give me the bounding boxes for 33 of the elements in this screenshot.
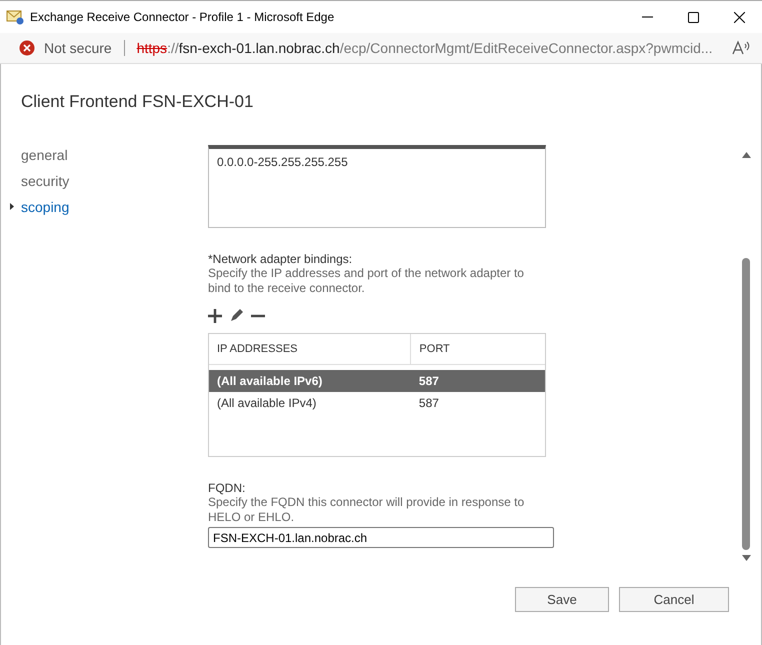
ip-range-list[interactable]: 0.0.0.0-255.255.255.255 [208,145,546,228]
dialog-heading: Client Frontend FSN-EXCH-01 [21,92,254,112]
maximize-icon[interactable] [688,12,698,22]
bindings-label: *Network adapter bindings: [208,252,354,266]
read-aloud-icon[interactable] [732,40,750,56]
table-cell: 587 [410,370,545,392]
nav-item[interactable]: general [21,146,68,162]
save-button[interactable]: Save [515,587,609,612]
edit-icon[interactable] [229,308,244,323]
scroll-up-icon[interactable] [742,152,750,158]
warning-icon [19,40,35,56]
scrollbar-thumb[interactable] [742,258,750,550]
security-label[interactable]: Not secure [44,40,112,56]
nav-item[interactable]: scoping [21,198,70,214]
column-header[interactable]: PORT [410,334,545,364]
table-cell-text: 587 [418,395,440,412]
column-header[interactable]: IP ADDRESSES [209,334,411,364]
url-text[interactable]: https://fsn-exch-01.lan.nobrac.ch/ecp/ConnectorMgmt/EditReceiveConnector.aspx?pwmcid... [136,40,732,56]
table-cell: (All available IPv6) [209,370,411,392]
fqdn-description: Specify the FQDN this connector will provide in response to HELO or EHLO. [208,495,526,525]
add-icon[interactable] [208,308,222,322]
table-cell-text: (All available IPv4) [216,395,318,412]
minimize-icon[interactable] [642,16,652,18]
caret-icon [10,203,14,210]
nav-item[interactable]: security [21,172,70,188]
fqdn-field[interactable]: FSN-EXCH-01.lan.nobrac.ch [208,527,554,548]
cancel-button[interactable]: Cancel [619,587,729,612]
window-title: Exchange Receive Connector - Profile 1 - Microsoft Edge [30,10,336,24]
scroll-down-icon[interactable] [742,555,750,561]
bindings-description: Specify the IP addresses and port of the network adapter to bind to the receive connector. [208,266,525,296]
fqdn-label: FQDN: [208,481,246,495]
close-icon[interactable] [734,12,744,22]
mail-icon [6,9,24,25]
